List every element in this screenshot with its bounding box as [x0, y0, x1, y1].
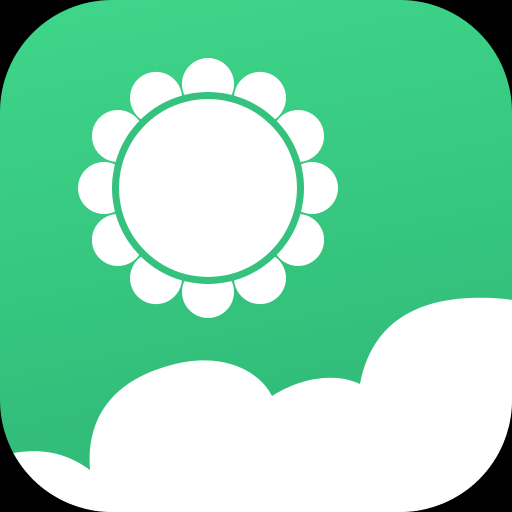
weather-app-icon [0, 0, 512, 512]
app-icon-canvas [0, 0, 512, 512]
sun-core [119, 99, 297, 277]
